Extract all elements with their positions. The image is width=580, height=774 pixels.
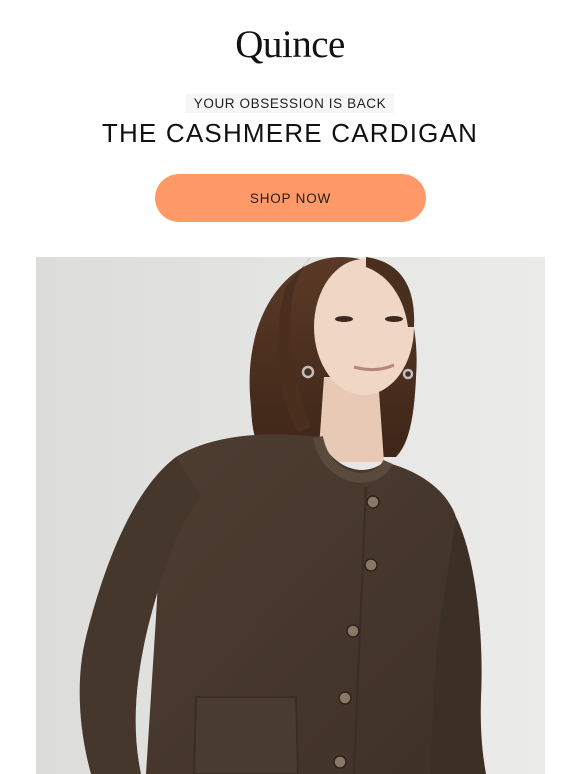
right-eye xyxy=(385,316,403,322)
button-2 xyxy=(364,558,378,572)
button-3 xyxy=(346,624,360,638)
button-4 xyxy=(338,691,352,705)
left-eye xyxy=(335,316,353,322)
cardigan-pocket xyxy=(192,696,300,774)
hero-image[interactable] xyxy=(36,257,545,774)
shop-now-button[interactable]: SHOP NOW xyxy=(155,174,426,222)
eyebrow-label: YOUR OBSESSION IS BACK xyxy=(185,94,395,113)
button-5 xyxy=(333,755,347,769)
brand-logo[interactable]: Quince xyxy=(0,22,580,67)
headline: THE CASHMERE CARDIGAN xyxy=(101,118,479,148)
button-1 xyxy=(366,495,380,509)
eyebrow-text: YOUR OBSESSION IS BACK xyxy=(0,94,580,113)
hero-illustration xyxy=(36,257,545,774)
